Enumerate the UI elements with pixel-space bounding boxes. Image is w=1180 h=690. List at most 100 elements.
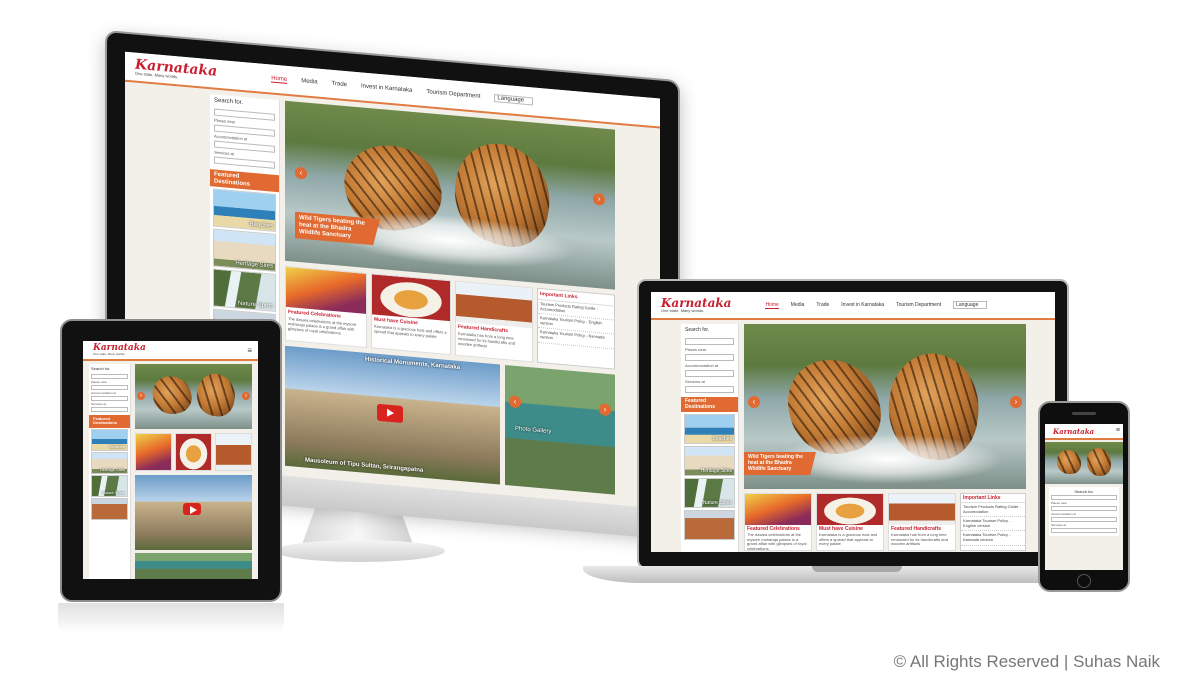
photo-gallery[interactable]: ‹ › Photo Gallery	[505, 364, 615, 495]
menu-icon[interactable]: ≡	[1116, 427, 1120, 434]
video-play-icon[interactable]	[183, 503, 201, 515]
nav-trade[interactable]: Trade	[816, 302, 829, 308]
language-select[interactable]: Language	[953, 301, 988, 309]
phone-home-button	[1077, 574, 1091, 588]
phone-screen: Karnataka ≡ Search for. Places near Acco…	[1045, 424, 1123, 570]
destination-label: Nature Spots	[101, 489, 125, 495]
card-celebrations[interactable]: Featured Celebrations The dasara celebra…	[285, 265, 367, 348]
video-play-icon[interactable]	[377, 403, 403, 424]
site-logo[interactable]: Karnataka One state. Many worlds.	[135, 57, 217, 83]
keyword-input[interactable]	[91, 374, 128, 379]
services-select[interactable]	[1051, 528, 1117, 533]
gallery-prev-arrow[interactable]: ‹	[509, 395, 521, 409]
card-cuisine[interactable]	[175, 433, 212, 471]
copyright-notice: © All Rights Reserved | Suhas Naik	[893, 652, 1160, 671]
hero-slider[interactable]	[1045, 442, 1123, 484]
destination-beaches[interactable]: Beaches	[684, 414, 735, 444]
card-handicrafts[interactable]	[215, 433, 252, 471]
hero-caption: Wild Tigers beating the heat at the Bhad…	[744, 452, 816, 476]
destination-label: Heritage Sites	[700, 468, 732, 474]
keyword-input[interactable]	[685, 338, 734, 345]
card-celebrations[interactable]: Featured Celebrations The dasara celebra…	[744, 493, 812, 551]
nav-home[interactable]: Home	[765, 302, 779, 309]
destination-temples[interactable]	[684, 510, 735, 540]
nav-invest[interactable]: Invest in Karnataka	[841, 302, 884, 308]
nav-media[interactable]: Media	[791, 302, 805, 308]
laptop-notch	[812, 566, 902, 572]
tablet-screen: Karnataka One state. Many worlds. ≡ Sear…	[83, 341, 258, 579]
services-label: Services at	[91, 402, 106, 406]
photo-gallery-label: Photo Gallery	[515, 425, 552, 436]
destination-nature[interactable]: Nature Spots	[213, 268, 276, 313]
site-logo[interactable]: Karnataka One state. Many worlds.	[661, 297, 731, 313]
celebrations-image	[286, 266, 366, 314]
accommodation-label: Accommodation at	[685, 363, 719, 368]
destination-beaches[interactable]: Beaches	[213, 188, 276, 233]
destination-beaches[interactable]: Beaches	[91, 428, 128, 451]
card-handicrafts[interactable]: Featured Handicrafts Karnataka has from …	[888, 493, 956, 551]
accommodation-select[interactable]	[685, 370, 734, 377]
phone-speaker	[1072, 412, 1096, 415]
places-near-select[interactable]	[91, 385, 128, 390]
hero-next-arrow[interactable]: ›	[242, 392, 250, 400]
menu-icon[interactable]: ≡	[247, 346, 252, 355]
accommodation-select[interactable]	[91, 396, 128, 401]
card-celebrations[interactable]	[135, 433, 172, 471]
hero-slider[interactable]: ‹ › Wild Tigers beating the heat at the …	[285, 100, 615, 290]
photo-gallery[interactable]	[135, 553, 252, 579]
gallery-next-arrow[interactable]: ›	[599, 403, 611, 417]
hero-next-arrow[interactable]: ›	[593, 192, 605, 206]
hero-next-arrow[interactable]: ›	[1010, 396, 1022, 408]
accommodation-select[interactable]	[1051, 517, 1117, 522]
site-logo[interactable]: Karnataka One state. Many worlds.	[93, 344, 146, 356]
card-text: Karnataka has from a long time renowned …	[891, 531, 948, 547]
mockup-stage: Karnataka One state. Many worlds. Home M…	[0, 0, 1180, 690]
sidebar: Search for. Places near Accommodation at…	[681, 324, 739, 552]
hero-slider[interactable]: ‹ › Wild Tigers beating the heat at the …	[744, 324, 1026, 489]
hero-prev-arrow[interactable]: ‹	[295, 166, 307, 180]
hero-prev-arrow[interactable]: ‹	[137, 392, 145, 400]
nav-media[interactable]: Media	[301, 78, 317, 85]
card-handicrafts[interactable]: Featured Handicrafts Karnataka has from …	[455, 280, 533, 363]
destination-temples[interactable]	[91, 497, 128, 520]
destination-nature[interactable]: Nature Spots	[91, 474, 128, 497]
important-link[interactable]: Karnataka Tourism Policy - Kannada versi…	[961, 531, 1025, 546]
nav-tourism-department[interactable]: Tourism Department	[896, 302, 941, 308]
search-title: Search for.	[91, 366, 111, 371]
nav-invest[interactable]: Invest in Karnataka	[361, 83, 412, 93]
destination-label: Heritage Sites	[99, 466, 125, 472]
services-select[interactable]	[91, 407, 128, 412]
destination-heritage[interactable]: Heritage Sites	[684, 446, 735, 476]
services-select[interactable]	[685, 386, 734, 393]
nav-trade[interactable]: Trade	[332, 81, 347, 88]
places-near-select[interactable]	[685, 354, 734, 361]
tiger-left	[149, 372, 195, 418]
card-cuisine[interactable]: Must have Cuisine Karnataka is a graciou…	[816, 493, 884, 551]
card-cuisine[interactable]: Must have Cuisine Karnataka is a graciou…	[371, 273, 451, 356]
monuments-video[interactable]: Historical Monuments, Karnataka Mausoleu…	[285, 345, 500, 485]
nav-tourism-department[interactable]: Tourism Department	[426, 89, 480, 100]
important-links-title: Important Links	[961, 494, 1025, 503]
keyword-input[interactable]	[1051, 495, 1117, 500]
tiger-right	[194, 371, 238, 419]
nav-home[interactable]: Home	[271, 75, 288, 84]
cuisine-image	[817, 494, 883, 525]
site-header: Karnataka One state. Many worlds. ≡	[83, 341, 258, 361]
destination-nature[interactable]: Nature Spots	[684, 478, 735, 508]
cuisine-image	[372, 274, 450, 322]
destination-heritage[interactable]: Heritage Sites	[213, 228, 276, 273]
monuments-video[interactable]	[135, 475, 252, 550]
destination-label: Beaches	[109, 443, 125, 449]
hero-slider[interactable]: ‹ ›	[135, 364, 252, 429]
destination-label: Heritage Sites	[235, 260, 273, 270]
logo-tagline: One state. Many worlds.	[93, 352, 126, 356]
important-links-panel: Important Links Tourism Products Rating …	[960, 493, 1026, 551]
site-logo[interactable]: Karnataka	[1053, 428, 1094, 435]
language-select[interactable]: Language	[494, 94, 534, 106]
places-near-select[interactable]	[1051, 506, 1117, 511]
monitor-base	[275, 540, 445, 562]
hero-prev-arrow[interactable]: ‹	[748, 396, 760, 408]
destination-heritage[interactable]: Heritage Sites	[91, 451, 128, 474]
important-link[interactable]: Karnataka Tourism Policy - English versi…	[961, 517, 1025, 532]
important-link[interactable]: Tourism Products Rating Guide - Accomoda…	[961, 503, 1025, 518]
